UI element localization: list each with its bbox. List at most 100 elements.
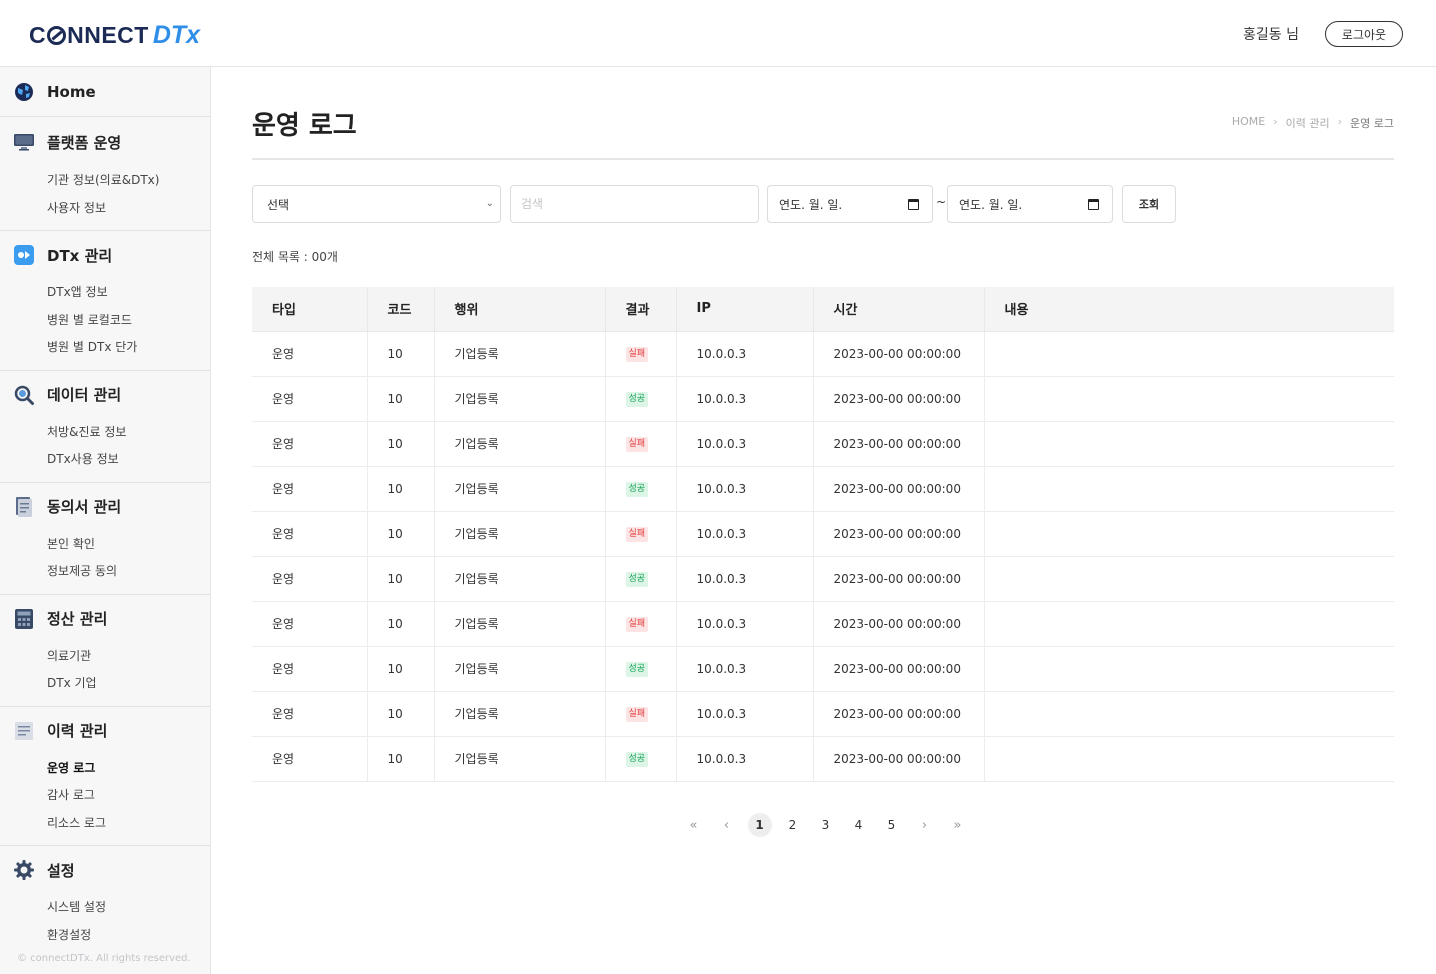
- sidebar-section-home: Home: [0, 67, 210, 117]
- logo-dtx: DTx: [152, 20, 201, 49]
- sidebar-subitem-system-settings[interactable]: 시스템 설정: [0, 894, 210, 922]
- sidebar-subitem-dtx-company[interactable]: DTx 기업: [0, 670, 210, 698]
- page-button-2[interactable]: 2: [781, 813, 805, 837]
- cell-result: 실패: [605, 691, 677, 737]
- table-row[interactable]: 운영 10 기업등록 실패 10.0.0.3 2023-00-00 00:00:00: [252, 511, 1394, 557]
- sidebar-subitem-environment-settings[interactable]: 환경설정: [0, 922, 210, 950]
- cell-action: 기업등록: [434, 511, 606, 557]
- sidebar-section-platform: 플랫폼 운영 기관 정보(의료&DTx) 사용자 정보: [0, 117, 210, 231]
- calendar-icon[interactable]: [908, 199, 919, 210]
- cell-ip: 10.0.0.3: [676, 556, 814, 602]
- page-title: 운영 로그: [252, 111, 357, 141]
- page-button-5[interactable]: 5: [880, 813, 904, 837]
- sidebar-subitem-identity-check[interactable]: 본인 확인: [0, 531, 210, 559]
- cell-content: [984, 736, 1394, 782]
- date-from-input[interactable]: 연도. 월. 일.: [767, 185, 933, 223]
- last-page-icon[interactable]: »: [946, 813, 970, 837]
- top-header: C NNECT DTx 홍길동 님 로그아웃: [0, 0, 1436, 67]
- cell-type: 운영: [252, 466, 368, 512]
- sidebar-item-home[interactable]: Home: [0, 67, 210, 116]
- date-to-input[interactable]: 연도. 월. 일.: [947, 185, 1113, 223]
- chevron-down-icon: ⌄: [485, 198, 494, 209]
- cell-ip: 10.0.0.3: [676, 511, 814, 557]
- cell-content: [984, 421, 1394, 467]
- first-page-icon[interactable]: «: [682, 813, 706, 837]
- sidebar-item-data[interactable]: 데이터 관리: [0, 371, 210, 419]
- sidebar-subitem-local-code[interactable]: 병원 별 로컬코드: [0, 307, 210, 335]
- filter-bar: 선택 ⌄ 연도. 월. 일. ~ 연도. 월. 일. 조회: [252, 185, 1394, 223]
- sidebar-subitem-dtx-app-info[interactable]: DTx앱 정보: [0, 279, 210, 307]
- table-row[interactable]: 운영 10 기업등록 성공 10.0.0.3 2023-00-00 00:00:00: [252, 646, 1394, 692]
- prev-page-icon[interactable]: ‹: [715, 813, 739, 837]
- cell-code: 10: [367, 691, 435, 737]
- page-button-3[interactable]: 3: [814, 813, 838, 837]
- sidebar-subitem-institution-info[interactable]: 기관 정보(의료&DTx): [0, 167, 210, 195]
- search-button[interactable]: 조회: [1122, 185, 1176, 223]
- sidebar-subitem-resource-log[interactable]: 리소스 로그: [0, 810, 210, 838]
- sidebar-item-history[interactable]: 이력 관리: [0, 707, 210, 755]
- sidebar-item-settings[interactable]: 설정: [0, 846, 210, 894]
- sidebar-section-data: 데이터 관리 처방&진료 정보 DTx사용 정보: [0, 371, 210, 483]
- sidebar-item-platform[interactable]: 플랫폼 운영: [0, 117, 210, 167]
- connect-dtx-logo[interactable]: C NNECT DTx: [29, 20, 200, 50]
- breadcrumb-home[interactable]: HOME: [1232, 115, 1265, 131]
- page-button-1[interactable]: 1: [747, 813, 772, 837]
- cell-ip: 10.0.0.3: [676, 601, 814, 647]
- sidebar-subitem-audit-log[interactable]: 감사 로그: [0, 782, 210, 810]
- result-badge: 실패: [625, 437, 649, 452]
- logo-text: C NNECT: [29, 21, 149, 48]
- cell-content: [984, 601, 1394, 647]
- page-button-4[interactable]: 4: [847, 813, 871, 837]
- cell-action: 기업등록: [434, 736, 606, 782]
- sidebar-item-consent[interactable]: 동의서 관리: [0, 483, 210, 531]
- pagination: « ‹ 1 2 3 4 5 › »: [677, 813, 974, 837]
- date-from-value: 연도. 월. 일.: [779, 197, 843, 212]
- result-badge: 실패: [625, 347, 649, 362]
- sidebar-sublist-platform: 기관 정보(의료&DTx) 사용자 정보: [0, 167, 210, 230]
- column-header-type: 타입: [252, 287, 368, 332]
- cell-code: 10: [367, 601, 435, 647]
- table-row[interactable]: 운영 10 기업등록 실패 10.0.0.3 2023-00-00 00:00:00: [252, 691, 1394, 737]
- history-list-icon: [14, 721, 34, 741]
- type-select[interactable]: 선택 ⌄: [252, 185, 501, 223]
- table-row[interactable]: 운영 10 기업등록 성공 10.0.0.3 2023-00-00 00:00:00: [252, 466, 1394, 512]
- cell-result: 성공: [605, 556, 677, 602]
- sidebar-item-dtx[interactable]: DTx 관리: [0, 231, 210, 279]
- cell-type: 운영: [252, 421, 368, 467]
- next-page-icon[interactable]: ›: [913, 813, 937, 837]
- sidebar-label-home: Home: [47, 82, 96, 101]
- sidebar-section-settings: 설정 시스템 설정 환경설정: [0, 846, 210, 957]
- table-row[interactable]: 운영 10 기업등록 성공 10.0.0.3 2023-00-00 00:00:00: [252, 376, 1394, 422]
- cell-time: 2023-00-00 00:00:00: [813, 601, 985, 647]
- sidebar-subitem-user-info[interactable]: 사용자 정보: [0, 195, 210, 223]
- sidebar-subitem-operation-log[interactable]: 운영 로그: [0, 755, 210, 783]
- cell-time: 2023-00-00 00:00:00: [813, 376, 985, 422]
- dtx-app-icon: [14, 245, 34, 265]
- table-row[interactable]: 운영 10 기업등록 실패 10.0.0.3 2023-00-00 00:00:00: [252, 331, 1394, 377]
- sidebar-subitem-prescription-info[interactable]: 처방&진료 정보: [0, 419, 210, 447]
- logout-button[interactable]: 로그아웃: [1325, 21, 1403, 47]
- sidebar-sublist-data: 처방&진료 정보 DTx사용 정보: [0, 419, 210, 482]
- table-row[interactable]: 운영 10 기업등록 실패 10.0.0.3 2023-00-00 00:00:00: [252, 421, 1394, 467]
- cell-time: 2023-00-00 00:00:00: [813, 691, 985, 737]
- table-row[interactable]: 운영 10 기업등록 성공 10.0.0.3 2023-00-00 00:00:00: [252, 556, 1394, 602]
- sidebar-subitem-dtx-usage-info[interactable]: DTx사용 정보: [0, 446, 210, 474]
- calendar-icon[interactable]: [1088, 199, 1099, 210]
- cell-type: 운영: [252, 331, 368, 377]
- sidebar-subitem-dtx-price[interactable]: 병원 별 DTx 단가: [0, 334, 210, 362]
- table-row[interactable]: 운영 10 기업등록 실패 10.0.0.3 2023-00-00 00:00:00: [252, 601, 1394, 647]
- calculator-icon: [14, 608, 34, 629]
- sidebar-section-settlement: 정산 관리 의료기관 DTx 기업: [0, 595, 210, 707]
- magnifier-icon: [14, 385, 34, 405]
- column-header-ip: IP: [676, 287, 814, 332]
- sidebar-item-settlement[interactable]: 정산 관리: [0, 595, 210, 643]
- search-input[interactable]: [510, 185, 759, 223]
- table-row[interactable]: 운영 10 기업등록 성공 10.0.0.3 2023-00-00 00:00:00: [252, 736, 1394, 782]
- breadcrumb-separator-icon: ›: [1337, 115, 1343, 128]
- sidebar-section-history: 이력 관리 운영 로그 감사 로그 리소스 로그: [0, 707, 210, 846]
- cell-content: [984, 691, 1394, 737]
- sidebar-subitem-info-consent[interactable]: 정보제공 동의: [0, 558, 210, 586]
- sidebar-subitem-medical-institution[interactable]: 의료기관: [0, 643, 210, 671]
- breadcrumb-history[interactable]: 이력 관리: [1286, 115, 1330, 131]
- cell-action: 기업등록: [434, 466, 606, 512]
